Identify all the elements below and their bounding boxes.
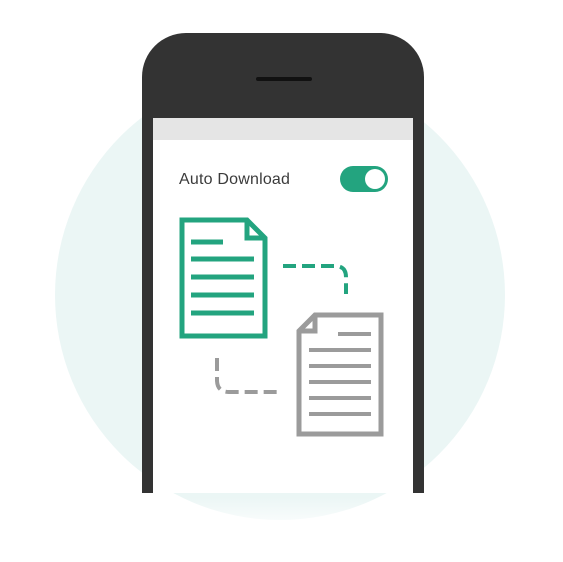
phone-frame: Auto Download [142, 33, 424, 493]
green-dashed-connector [283, 264, 348, 294]
target-document-icon [296, 312, 384, 437]
source-document-icon [179, 217, 268, 339]
illustration: Auto Download [0, 0, 563, 562]
phone-speaker [256, 77, 312, 81]
sync-illustration [179, 217, 384, 437]
phone-screen: Auto Download [153, 118, 413, 493]
gray-dashed-connector [215, 358, 277, 394]
